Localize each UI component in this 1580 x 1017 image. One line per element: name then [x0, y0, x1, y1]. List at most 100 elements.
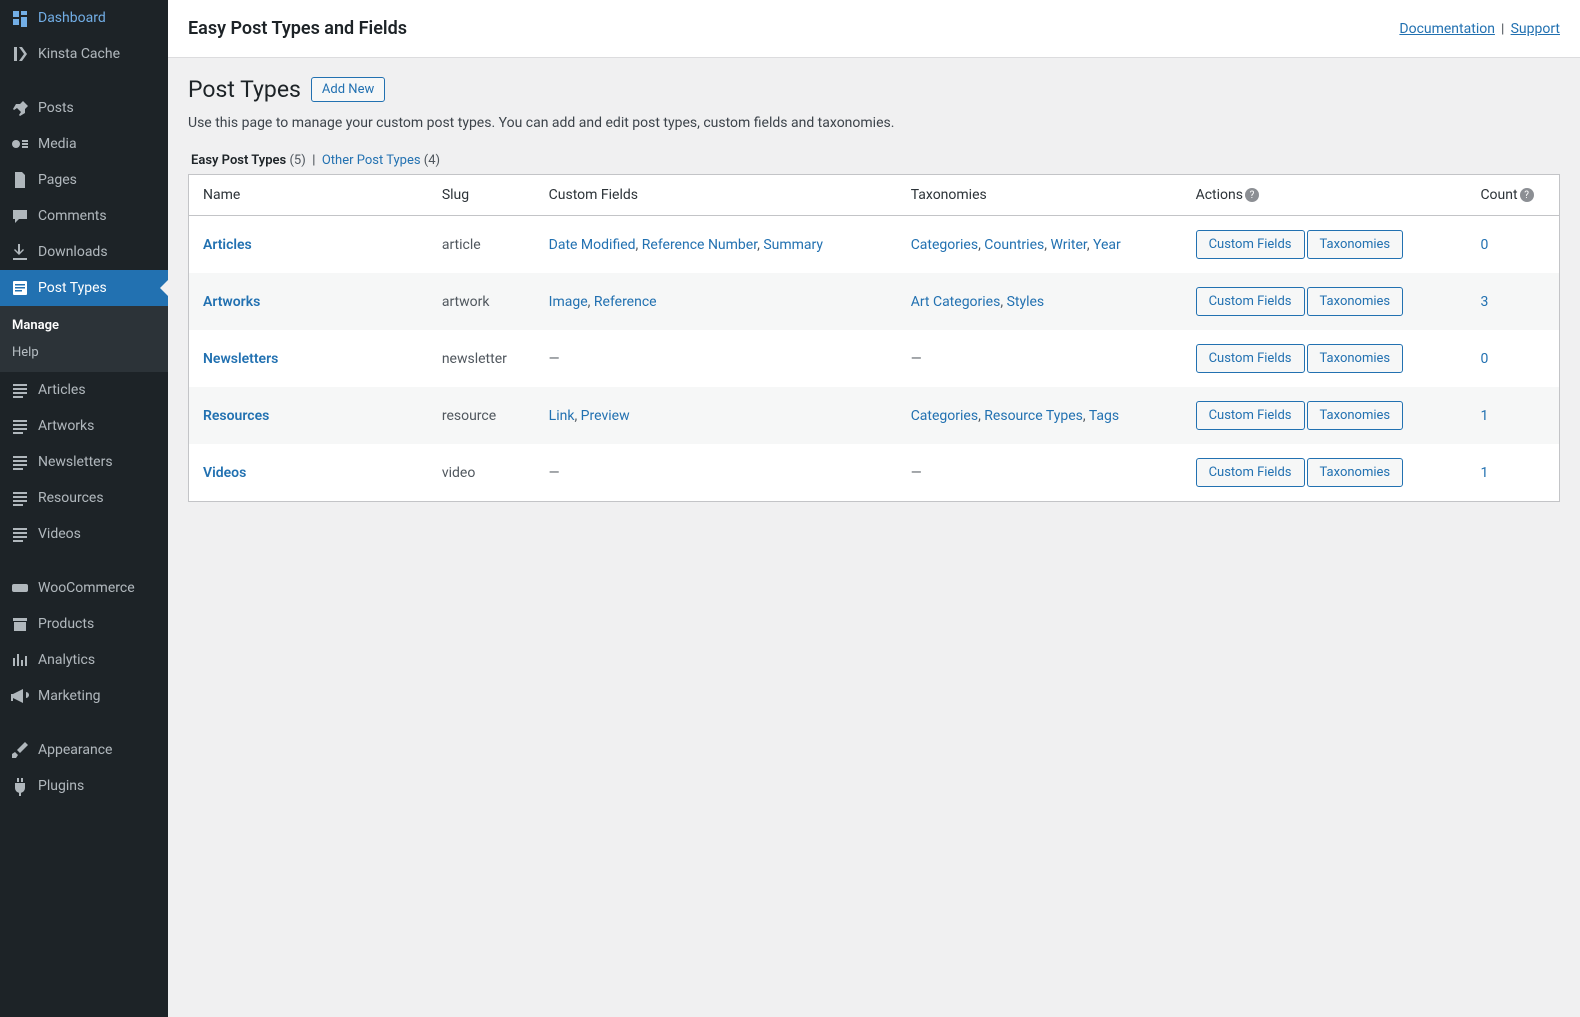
tab-other-post-types[interactable]: Other Post Types — [322, 153, 424, 168]
count-link[interactable]: 3 — [1480, 294, 1488, 310]
taxonomy-link[interactable]: Tags — [1089, 408, 1119, 424]
custom-fields-cell: Link, Preview — [539, 387, 901, 444]
custom-field-link[interactable]: Link — [549, 408, 575, 424]
sidebar-label: Marketing — [38, 688, 101, 704]
sidebar-item-newsletters[interactable]: Newsletters — [0, 444, 168, 480]
taxonomies-button[interactable]: Taxonomies — [1307, 458, 1404, 487]
count-cell: 0 — [1470, 216, 1559, 274]
post-type-name-link[interactable]: Newsletters — [203, 351, 278, 367]
comment-icon — [10, 206, 30, 226]
taxonomies-button[interactable]: Taxonomies — [1307, 401, 1404, 430]
col-custom-fields[interactable]: Custom Fields — [539, 175, 901, 216]
taxonomies-button[interactable]: Taxonomies — [1307, 344, 1404, 373]
custom-fields-button[interactable]: Custom Fields — [1196, 401, 1305, 430]
sidebar-sub-help[interactable]: Help — [0, 339, 168, 366]
tab-easy-post-types[interactable]: Easy Post Types — [191, 153, 289, 168]
custom-field-link[interactable]: Preview — [581, 408, 630, 424]
custom-field-link[interactable]: Image — [549, 294, 588, 310]
sidebar-label: Resources — [38, 490, 104, 506]
sidebar-item-videos[interactable]: Videos — [0, 516, 168, 552]
slug-cell: video — [432, 444, 539, 502]
sidebar-label: Products — [38, 616, 94, 632]
documentation-link[interactable]: Documentation — [1399, 21, 1495, 37]
custom-field-link[interactable]: Date Modified — [549, 237, 636, 253]
post-type-name-link[interactable]: Videos — [203, 465, 246, 481]
kinsta-icon — [10, 44, 30, 64]
custom-fields-button[interactable]: Custom Fields — [1196, 344, 1305, 373]
count-link[interactable]: 1 — [1480, 465, 1488, 481]
sidebar-item-comments[interactable]: Comments — [0, 198, 168, 234]
custom-fields-button[interactable]: Custom Fields — [1196, 230, 1305, 259]
sidebar-sub-manage[interactable]: Manage — [0, 312, 168, 339]
list-icon — [10, 452, 30, 472]
chart-icon — [10, 650, 30, 670]
col-name[interactable]: Name — [189, 175, 432, 216]
sidebar-item-media[interactable]: Media — [0, 126, 168, 162]
sidebar-label: Articles — [38, 382, 86, 398]
filter-tabs: Easy Post Types (5) | Other Post Types (… — [188, 153, 1560, 168]
support-link[interactable]: Support — [1511, 21, 1560, 37]
help-icon[interactable]: ? — [1520, 188, 1534, 202]
custom-field-link[interactable]: Reference Number — [642, 237, 757, 253]
taxonomy-link[interactable]: Categories — [911, 237, 978, 253]
custom-field-link[interactable]: Reference — [594, 294, 657, 310]
post-type-name-link[interactable]: Articles — [203, 237, 252, 253]
actions-cell: Custom FieldsTaxonomies — [1186, 387, 1471, 444]
sidebar-label: Newsletters — [38, 454, 113, 470]
post-type-name-link[interactable]: Artworks — [203, 294, 260, 310]
sidebar-label: Videos — [38, 526, 81, 542]
sidebar-item-downloads[interactable]: Downloads — [0, 234, 168, 270]
brush-icon — [10, 740, 30, 760]
custom-fields-cell: Image, Reference — [539, 273, 901, 330]
sidebar-label: Media — [38, 136, 77, 152]
archive-icon — [10, 614, 30, 634]
sidebar-item-resources[interactable]: Resources — [0, 480, 168, 516]
taxonomies-cell: Categories, Countries, Writer, Year — [901, 216, 1186, 274]
col-slug[interactable]: Slug — [432, 175, 539, 216]
sidebar-item-articles[interactable]: Articles — [0, 372, 168, 408]
sidebar-item-posts[interactable]: Posts — [0, 90, 168, 126]
count-link[interactable]: 0 — [1480, 237, 1488, 253]
taxonomies-cell: — — [901, 330, 1186, 387]
sidebar-item-pages[interactable]: Pages — [0, 162, 168, 198]
sidebar-item-products[interactable]: Products — [0, 606, 168, 642]
taxonomy-link[interactable]: Countries — [984, 237, 1044, 253]
table-row: ResourcesresourceLink, PreviewCategories… — [189, 387, 1560, 444]
count-cell: 0 — [1470, 330, 1559, 387]
custom-fields-cell: — — [539, 444, 901, 502]
taxonomies-button[interactable]: Taxonomies — [1307, 230, 1404, 259]
dashboard-icon — [10, 8, 30, 28]
sidebar-item-dashboard[interactable]: Dashboard — [0, 0, 168, 36]
sidebar-item-post-types[interactable]: Post Types — [0, 270, 168, 306]
taxonomy-link[interactable]: Year — [1093, 237, 1121, 253]
help-icon[interactable]: ? — [1245, 188, 1259, 202]
sidebar-item-kinsta[interactable]: Kinsta Cache — [0, 36, 168, 72]
taxonomy-link[interactable]: Writer — [1050, 237, 1086, 253]
taxonomy-link[interactable]: Resource Types — [984, 408, 1083, 424]
taxonomy-link[interactable]: Styles — [1007, 294, 1045, 310]
taxonomy-link[interactable]: Art Categories — [911, 294, 1001, 310]
admin-sidebar: Dashboard Kinsta Cache Posts Media Pages… — [0, 0, 168, 1017]
count-link[interactable]: 0 — [1480, 351, 1488, 367]
sidebar-item-appearance[interactable]: Appearance — [0, 732, 168, 768]
post-type-name-link[interactable]: Resources — [203, 408, 269, 424]
topbar-links: Documentation | Support — [1399, 21, 1560, 37]
custom-fields-button[interactable]: Custom Fields — [1196, 287, 1305, 316]
custom-field-link[interactable]: Summary — [763, 237, 823, 253]
sidebar-item-analytics[interactable]: Analytics — [0, 642, 168, 678]
taxonomies-button[interactable]: Taxonomies — [1307, 287, 1404, 316]
sidebar-item-woocommerce[interactable]: WooCommerce — [0, 570, 168, 606]
sidebar-item-artworks[interactable]: Artworks — [0, 408, 168, 444]
sidebar-label: Pages — [38, 172, 77, 188]
sidebar-item-plugins[interactable]: Plugins — [0, 768, 168, 804]
actions-cell: Custom FieldsTaxonomies — [1186, 330, 1471, 387]
add-new-button[interactable]: Add New — [311, 77, 385, 102]
count-link[interactable]: 1 — [1480, 408, 1488, 424]
sidebar-label: Artworks — [38, 418, 94, 434]
taxonomy-link[interactable]: Categories — [911, 408, 978, 424]
custom-fields-button[interactable]: Custom Fields — [1196, 458, 1305, 487]
sidebar-label: Dashboard — [38, 10, 106, 26]
table-row: Videosvideo——Custom FieldsTaxonomies1 — [189, 444, 1560, 502]
col-taxonomies[interactable]: Taxonomies — [901, 175, 1186, 216]
sidebar-item-marketing[interactable]: Marketing — [0, 678, 168, 714]
